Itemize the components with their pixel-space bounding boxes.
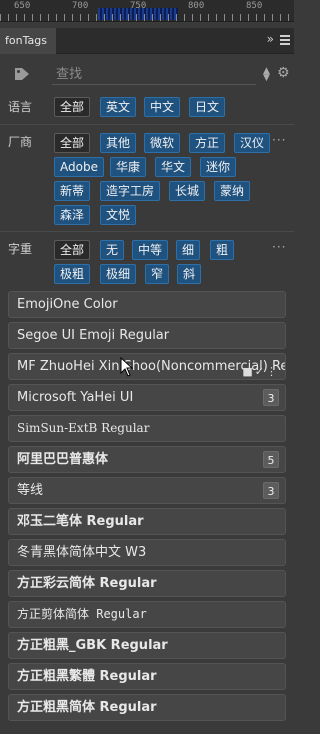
sort-icon[interactable]: ▲ ▼ bbox=[263, 67, 270, 83]
font-name: Segoe UI Emoji Regular bbox=[17, 328, 170, 343]
ruler-ticks bbox=[0, 14, 294, 21]
row-actions-icon[interactable]: ■✓⋮ bbox=[242, 359, 279, 379]
language-label: 语言 bbox=[8, 100, 33, 114]
vendor-chip[interactable]: 造字工房 bbox=[100, 181, 161, 201]
weight-chip[interactable]: 窄 bbox=[145, 264, 170, 284]
ruler-label: 850 bbox=[246, 1, 263, 11]
vendor-chip-all[interactable]: 全部 bbox=[54, 133, 91, 153]
vendor-chip[interactable]: Adobe bbox=[54, 157, 104, 177]
weight-chip[interactable]: 斜 bbox=[177, 264, 202, 284]
count-badge: 5 bbox=[263, 451, 279, 468]
font-item[interactable]: 方正彩云简体 Regular bbox=[8, 570, 286, 597]
font-item[interactable]: 方正粗黑繁體 Regular bbox=[8, 663, 286, 690]
font-name: 方正粗黑简体 Regular bbox=[17, 700, 157, 715]
vendor-chip[interactable]: 森泽 bbox=[54, 205, 91, 225]
font-item[interactable]: 方正粗黑_GBK Regular bbox=[8, 632, 286, 659]
panel-header: fonTags » bbox=[0, 28, 294, 54]
count-badge: 3 bbox=[263, 482, 279, 499]
font-item[interactable]: 等线 3 bbox=[8, 477, 286, 504]
search-row: ▲▼ ⚙ bbox=[0, 64, 294, 86]
ruler: 650 700 750 800 850 bbox=[0, 0, 294, 22]
collapse-icon[interactable]: » bbox=[267, 32, 274, 46]
font-name: SimSun-ExtB Regular bbox=[17, 421, 150, 435]
font-name: Microsoft YaHei UI bbox=[17, 390, 134, 405]
weight-chip[interactable]: 细 bbox=[176, 240, 201, 260]
vendor-chip[interactable]: 汉仪 bbox=[234, 133, 271, 153]
font-item[interactable]: 阿里巴巴普惠体 5 bbox=[8, 446, 286, 473]
ruler-label: 800 bbox=[188, 1, 205, 11]
vendor-chip[interactable]: 迷你 bbox=[200, 157, 237, 177]
font-item[interactable]: 邓玉二笔体 Regular bbox=[8, 508, 286, 535]
vendor-chip[interactable]: 长城 bbox=[169, 181, 206, 201]
panel-tab[interactable]: fonTags bbox=[0, 28, 56, 54]
font-name: 等线 bbox=[17, 483, 44, 498]
font-item[interactable]: EmojiOne Color bbox=[8, 291, 286, 318]
font-name: 邓玉二笔体 Regular bbox=[17, 514, 144, 529]
vendor-label: 厂商 bbox=[8, 135, 33, 149]
font-item[interactable]: Segoe UI Emoji Regular bbox=[8, 322, 286, 349]
mouse-cursor-icon bbox=[120, 357, 134, 377]
weight-chip[interactable]: 粗 bbox=[210, 240, 235, 260]
language-chip-japanese[interactable]: 日文 bbox=[189, 97, 226, 117]
font-name: EmojiOne Color bbox=[17, 297, 118, 312]
font-name: 阿里巴巴普惠体 bbox=[17, 452, 109, 467]
tag-icon bbox=[15, 68, 29, 80]
search-input[interactable] bbox=[52, 65, 256, 85]
weight-chip[interactable]: 极粗 bbox=[54, 264, 91, 284]
ruler-label: 700 bbox=[72, 1, 89, 11]
font-name: 方正粗黑_GBK Regular bbox=[17, 638, 168, 653]
language-chip-chinese[interactable]: 中文 bbox=[144, 97, 181, 117]
weight-chip[interactable]: 极细 bbox=[100, 264, 137, 284]
divider bbox=[0, 124, 294, 125]
weight-chip[interactable]: 中等 bbox=[132, 240, 169, 260]
font-item[interactable]: 冬青黑体简体中文 W3 bbox=[8, 539, 286, 566]
font-list: EmojiOne Color Segoe UI Emoji Regular MF… bbox=[8, 291, 286, 725]
font-item[interactable]: 方正粗黑简体 Regular bbox=[8, 694, 286, 721]
vendor-chip[interactable]: 华康 bbox=[110, 157, 147, 177]
vendor-chip[interactable]: 微软 bbox=[144, 133, 181, 153]
count-badge: 3 bbox=[263, 389, 279, 406]
more-icon[interactable]: ··· bbox=[272, 133, 286, 147]
language-chip-english[interactable]: 英文 bbox=[100, 97, 137, 117]
font-item[interactable]: Microsoft YaHei UI 3 bbox=[8, 384, 286, 411]
font-name: 冬青黑体简体中文 W3 bbox=[17, 545, 147, 560]
font-item-hovered[interactable]: MF ZhuoHei Xin Shoo(Noncommercial) Reg ■… bbox=[8, 353, 286, 380]
font-item[interactable]: 方正剪体简体 Regular bbox=[8, 601, 286, 628]
font-name: 方正剪体简体 Regular bbox=[17, 607, 147, 621]
language-chip-all[interactable]: 全部 bbox=[54, 97, 91, 117]
vendor-chip[interactable]: 文悦 bbox=[100, 205, 137, 225]
more-icon[interactable]: ··· bbox=[272, 240, 286, 254]
ruler-label: 650 bbox=[14, 1, 31, 11]
weight-chip-all[interactable]: 全部 bbox=[54, 240, 91, 260]
gear-icon[interactable]: ⚙ bbox=[277, 65, 290, 81]
font-name: 方正粗黑繁體 Regular bbox=[17, 669, 157, 684]
weight-label: 字重 bbox=[8, 242, 33, 256]
menu-icon[interactable] bbox=[280, 35, 290, 45]
weight-chip[interactable]: 无 bbox=[100, 240, 125, 260]
vendor-chip[interactable]: 方正 bbox=[189, 133, 226, 153]
font-item[interactable]: SimSun-ExtB Regular bbox=[8, 415, 286, 442]
vendor-chip[interactable]: 新蒂 bbox=[54, 181, 91, 201]
vendor-chip[interactable]: 蒙纳 bbox=[214, 181, 251, 201]
font-name: 方正彩云简体 Regular bbox=[17, 576, 157, 591]
vendor-chip[interactable]: 华文 bbox=[155, 157, 192, 177]
vendor-chip[interactable]: 其他 bbox=[100, 133, 137, 153]
divider bbox=[0, 231, 294, 232]
